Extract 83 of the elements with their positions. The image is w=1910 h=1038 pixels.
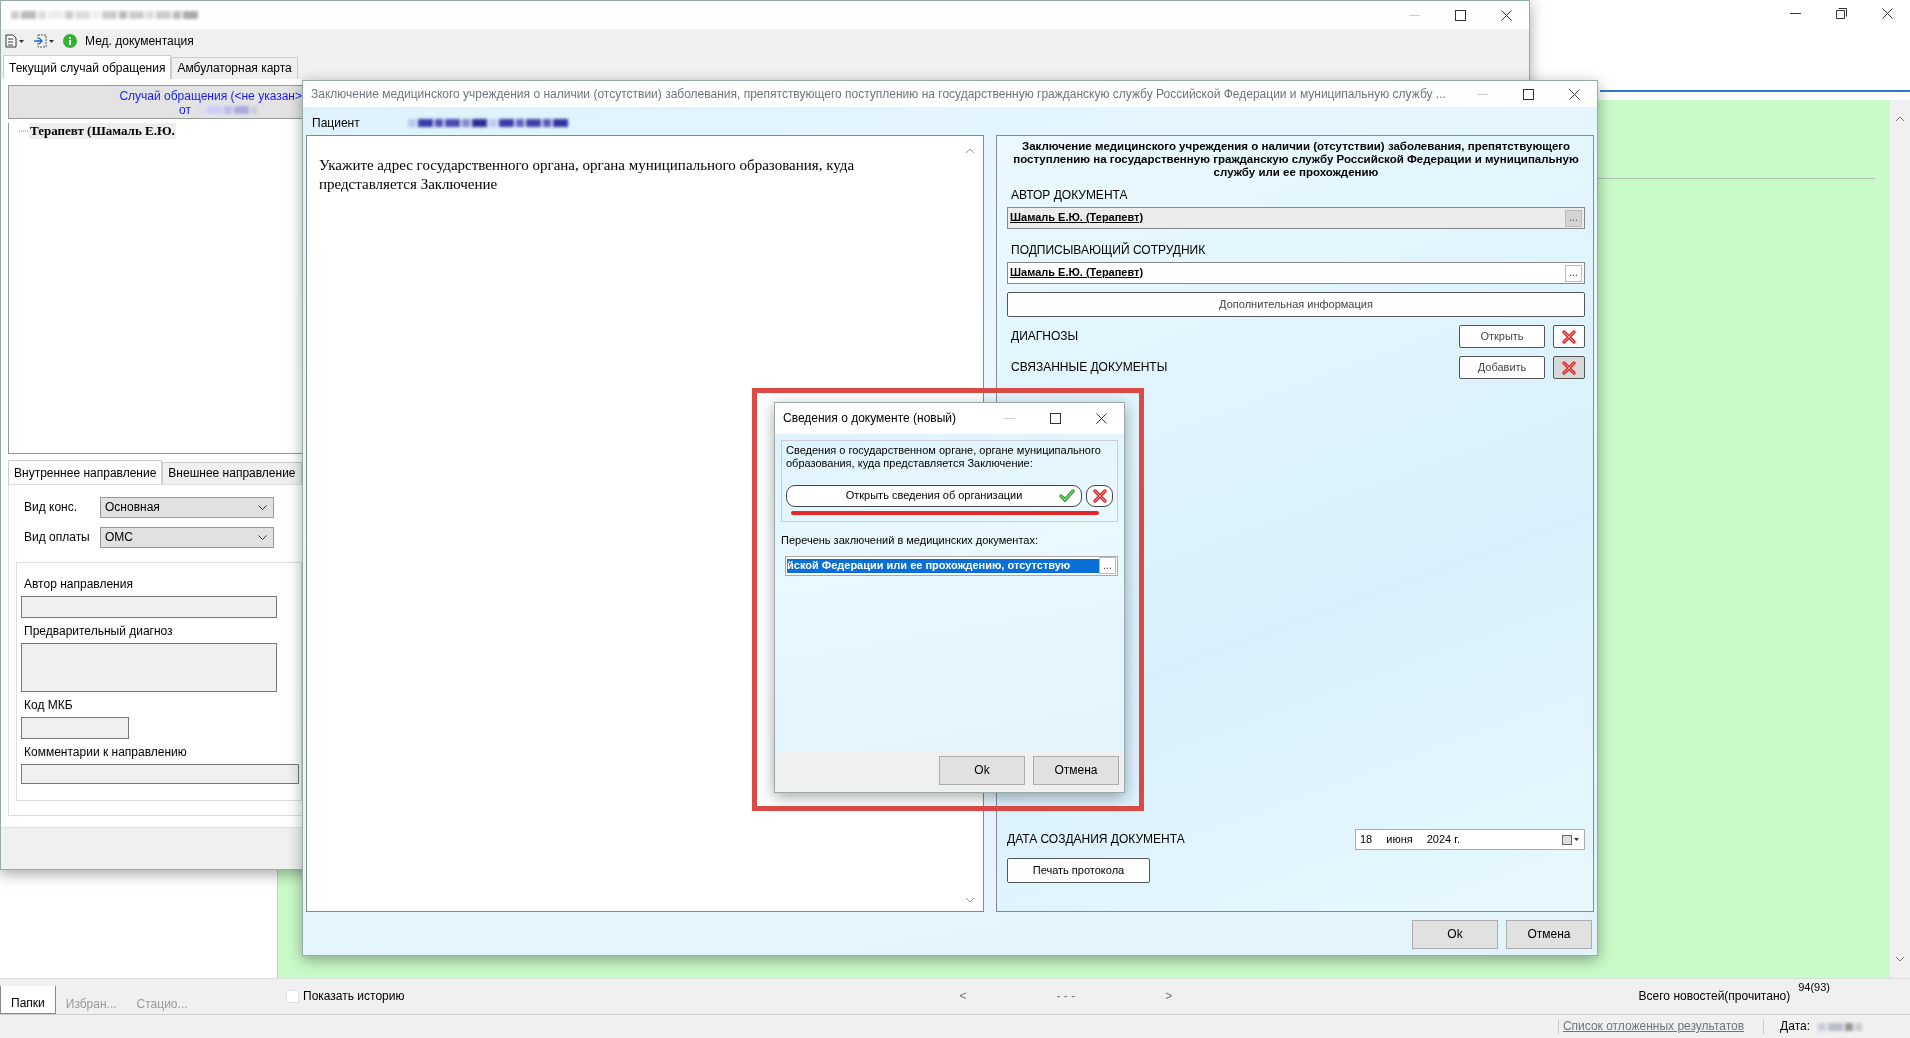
close-icon[interactable]	[1881, 7, 1893, 19]
news-count: 94(93)	[1798, 981, 1830, 995]
browse-button[interactable]: ...	[1099, 557, 1116, 575]
form-heading: Заключение медицинского учреждения о наличии (отсутствии) заболевания, препятствующего поступлению на государственную гражданскую службу Российской Федерации и муниципальную службу или ее прохождению	[1012, 140, 1580, 179]
toolbar-title: Мед. документация	[85, 33, 194, 49]
close-icon[interactable]	[1095, 413, 1107, 424]
field-label: Код МКБ	[24, 698, 74, 713]
patient-label: Пациент	[312, 115, 360, 131]
dialog-button[interactable]: Отмена	[1033, 756, 1119, 785]
print-button[interactable]: Печать протокола	[1007, 858, 1150, 883]
tab[interactable]: Амбулаторная карта	[171, 57, 298, 79]
blurred-date	[196, 105, 257, 115]
prev-page-link[interactable]: <	[959, 989, 967, 1004]
tab[interactable]: Внешнее направление	[162, 462, 302, 484]
scroll-up-icon[interactable]	[1895, 116, 1905, 122]
maximize-icon[interactable]	[1454, 9, 1466, 21]
field-label: Вид конс.	[24, 500, 79, 515]
blurred-date	[1818, 1021, 1862, 1032]
postponed-results-link[interactable]: Список отложенных результатов	[1562, 1019, 1745, 1033]
list-label: Перечень заключений в медицинских документах:	[781, 534, 1040, 548]
date-field[interactable]: 18 июня 2024 г.	[1355, 829, 1585, 850]
section-label: СВЯЗАННЫЕ ДОКУМЕНТЫ	[1011, 360, 1168, 375]
remove-icon	[1561, 359, 1577, 376]
remove-icon	[1091, 488, 1108, 504]
person-field[interactable]: Шамаль Е.Ю. (Терапевт) ...	[1007, 262, 1585, 284]
input-field[interactable]	[21, 596, 277, 618]
chevron-down-icon	[258, 535, 267, 540]
info-icon[interactable]	[63, 34, 77, 48]
text-area[interactable]	[21, 643, 277, 692]
field-label: Автор направления	[24, 577, 134, 592]
dropdown[interactable]: ОМС	[100, 527, 274, 548]
prompt-text: Укажите адрес государственного органа, органа муниципального образования, куда представляется Заключение	[319, 156, 856, 194]
browse-button[interactable]: ...	[1565, 264, 1582, 282]
remove-icon	[1561, 328, 1577, 345]
document-menu-icon[interactable]	[5, 34, 25, 48]
news-total-label: Всего новостей(прочитано)	[1638, 989, 1791, 1004]
scroll-down-icon[interactable]	[965, 897, 975, 903]
remove-button[interactable]	[1553, 325, 1585, 348]
date-label: ДАТА СОЗДАНИЯ ДОКУМЕНТА	[1007, 832, 1185, 847]
folder-tab[interactable]: Папки	[0, 986, 56, 1014]
additional-info-button[interactable]: Дополнительная информация	[1007, 292, 1585, 317]
window-title: Сведения о документе (новый)	[782, 411, 956, 426]
history-checkbox[interactable]	[286, 990, 299, 1003]
window-title: Заключение медицинского учреждения о наличии (отсутствии) заболевания, препятствующего поступлению на государственную гражданскую службу Российской Федерации и муниципальную службу ...	[310, 86, 1446, 102]
group-label: Сведения о государственном органе, органе муниципального образования, куда представляется Заключение:	[786, 444, 1102, 470]
dropdown[interactable]: Основная	[100, 497, 274, 518]
field-label: АВТОР ДОКУМЕНТА	[1011, 188, 1129, 203]
tree-connector-icon	[19, 130, 29, 133]
maximize-icon[interactable]	[1049, 413, 1061, 424]
tree-item[interactable]: Терапевт (Шамаль Е.Ю.	[29, 123, 176, 140]
open-organization-button[interactable]: Открыть сведения об организации	[786, 485, 1082, 507]
section-button[interactable]: Добавить	[1459, 356, 1545, 379]
next-page-link[interactable]: >	[1165, 989, 1173, 1004]
clear-button[interactable]	[1086, 485, 1113, 507]
page-indicator: - - -	[1056, 989, 1076, 1004]
maximize-icon[interactable]	[1522, 88, 1534, 100]
dialog-button[interactable]: Ok	[939, 756, 1025, 785]
restore-icon[interactable]	[1835, 7, 1847, 19]
selected-list-value[interactable]: йской Федерации или ее прохождению, отсутствую	[787, 558, 1099, 573]
case-link[interactable]: Случай обращения (<не указан>	[9, 89, 302, 103]
field-label: Предварительный диагноз	[24, 624, 174, 639]
section-label: ДИАГНОЗЫ	[1011, 329, 1079, 344]
close-icon[interactable]	[1500, 9, 1512, 21]
scroll-down-icon[interactable]	[1895, 956, 1905, 962]
field-label: ПОДПИСЫВАЮЩИЙ СОТРУДНИК	[1011, 243, 1207, 258]
field-label: Комментарии к направлению	[24, 745, 188, 760]
input-field[interactable]	[21, 764, 299, 784]
scroll-up-icon[interactable]	[965, 148, 975, 154]
remove-button[interactable]	[1553, 356, 1585, 379]
history-label: Показать историю	[303, 989, 405, 1004]
case-date-prefix: от	[179, 103, 191, 117]
dialog-button[interactable]: Отмена	[1506, 920, 1592, 949]
calendar-icon[interactable]	[1562, 834, 1580, 845]
section-button[interactable]: Открыть	[1459, 325, 1545, 348]
date-label: Дата:	[1780, 1019, 1810, 1034]
import-menu-icon[interactable]	[33, 34, 55, 48]
dialog-button[interactable]: Ok	[1412, 920, 1498, 949]
tab[interactable]: Внутреннее направление	[8, 460, 163, 484]
chevron-down-icon	[258, 505, 267, 510]
tab[interactable]: Текущий случай обращения	[3, 55, 172, 79]
input-field[interactable]	[21, 717, 129, 739]
close-icon[interactable]	[1568, 88, 1580, 100]
field-label: Вид оплаты	[24, 530, 91, 545]
